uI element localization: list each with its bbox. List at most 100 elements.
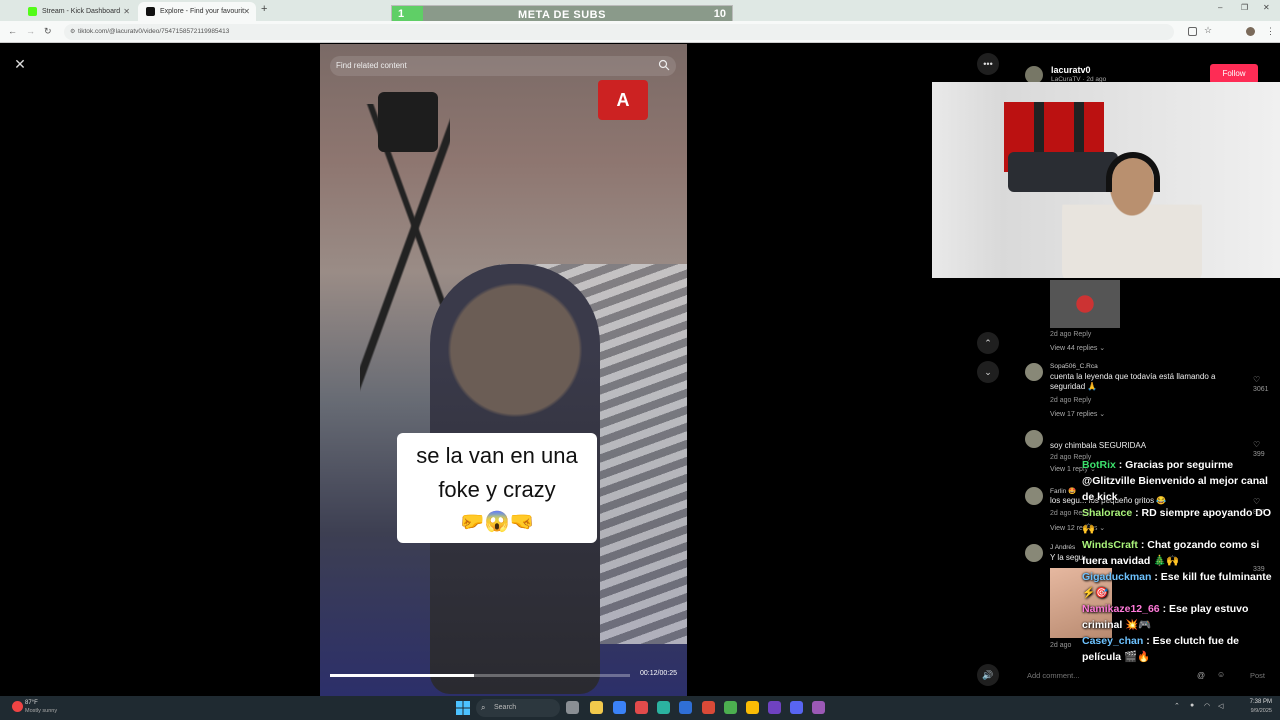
tiktok-video-page: ✕ A Find related content se la van en un… xyxy=(0,44,1280,696)
tab-title: Explore - Find your favourit xyxy=(160,8,245,15)
chat-username: Casey_chan xyxy=(1082,635,1144,647)
view-replies-link[interactable]: View 17 replies ⌄ xyxy=(1050,410,1105,418)
previous-video-icon[interactable]: ⌃ xyxy=(977,332,999,354)
app-icon[interactable] xyxy=(812,701,825,714)
search-icon[interactable] xyxy=(658,59,670,71)
install-app-icon[interactable] xyxy=(1188,27,1197,36)
chat-message: BotRix : Gracias por seguirme @Glitzvill… xyxy=(1082,457,1277,505)
caption-emoji: 🤛😱🤜 xyxy=(459,511,535,533)
chat-message: Namikaze12_66 : Ese play estuvo criminal… xyxy=(1082,601,1277,633)
reload-icon[interactable]: ↻ xyxy=(44,26,52,37)
edge-icon[interactable] xyxy=(613,701,626,714)
taskbar-search-placeholder: Search xyxy=(494,704,517,711)
tab-title: Stream - Kick Dashboard xyxy=(42,8,121,15)
profile-avatar-icon[interactable] xyxy=(1246,27,1255,36)
emoji-icon[interactable]: ☺ xyxy=(1217,670,1225,679)
kick-favicon-icon xyxy=(28,7,37,16)
tab-close-icon[interactable]: ✕ xyxy=(243,7,250,16)
comment-meta[interactable]: 2d ago Reply xyxy=(1050,331,1091,338)
chrome-icon[interactable] xyxy=(746,701,759,714)
author-name[interactable]: lacuratv0 xyxy=(1051,65,1091,75)
commenter-name[interactable]: J Andrés xyxy=(1050,544,1075,551)
taskbar-clock-time[interactable]: 7:38 PM xyxy=(1244,699,1272,705)
chat-username: Namikaze12_66 xyxy=(1082,603,1160,615)
tab-kick-dashboard[interactable]: Stream - Kick Dashboard ✕ xyxy=(20,2,136,21)
caption-line-1: se la van en una xyxy=(416,443,578,468)
tab-tiktok-explore[interactable]: Explore - Find your favourit ✕ xyxy=(138,2,256,21)
subs-goal-title: META DE SUBS xyxy=(518,9,606,21)
speaker-icon[interactable]: ◁ xyxy=(1218,702,1223,710)
app-icon[interactable] xyxy=(790,701,803,714)
windows-taskbar: 87°F Mostly sunny ⌕ Search ⌃ ● ◠ ◁ 7:38 … xyxy=(0,696,1280,720)
chat-username: Shalorace xyxy=(1082,507,1133,519)
new-tab-button[interactable]: + xyxy=(261,3,267,15)
chrome-icon[interactable] xyxy=(724,701,737,714)
site-info-icon[interactable]: ⚙ xyxy=(70,24,75,40)
comment-meta[interactable]: 2d ago Reply xyxy=(1050,397,1091,404)
commenter-name[interactable]: Farlin 🤩 xyxy=(1050,487,1076,495)
video-progress-bar[interactable] xyxy=(330,674,630,677)
commenter-avatar[interactable] xyxy=(1025,544,1043,562)
video-caption-sticker: se la van en una foke y crazy 🤛😱🤜 xyxy=(397,433,597,543)
taskbar-clock-date[interactable]: 9/9/2025 xyxy=(1240,708,1272,714)
kick-chat-overlay: BotRix : Gracias por seguirme @Glitzvill… xyxy=(1082,457,1277,665)
next-video-icon[interactable]: ⌄ xyxy=(977,361,999,383)
video-scene-logo-text: A xyxy=(616,90,630,110)
close-window-button[interactable]: ✕ xyxy=(1263,3,1270,12)
app-icon[interactable] xyxy=(768,701,781,714)
tray-chevron-icon[interactable]: ⌃ xyxy=(1174,702,1180,710)
video-timecode: 00:12/00:25 xyxy=(640,670,677,677)
windows-start-icon[interactable] xyxy=(456,701,470,715)
comment-meta[interactable]: 2d ago xyxy=(1050,642,1071,649)
video-player[interactable]: A xyxy=(320,44,687,696)
task-view-icon[interactable] xyxy=(566,701,579,714)
address-bar[interactable]: ⚙ tiktok.com/@lacuratv0/video/7547158572… xyxy=(64,24,1174,40)
weather-icon[interactable] xyxy=(12,701,23,712)
browser-toolbar: ← → ↻ ⚙ tiktok.com/@lacuratv0/video/7547… xyxy=(0,21,1280,43)
forward-arrow-icon[interactable]: → xyxy=(26,26,35,36)
chat-message: Shalorace : RD siempre apoyando DO🙌 xyxy=(1082,505,1277,537)
video-scene-camera xyxy=(378,92,438,152)
comment-sticker-image xyxy=(1050,280,1120,328)
bookmark-star-icon[interactable]: ☆ xyxy=(1204,25,1212,36)
close-video-button[interactable]: ✕ xyxy=(10,54,30,74)
tray-app-icon[interactable]: ● xyxy=(1190,702,1194,709)
chat-message: Casey_chan : Ese clutch fue de película … xyxy=(1082,633,1277,665)
chat-username: BotRix xyxy=(1082,459,1116,471)
app-icon[interactable] xyxy=(657,701,670,714)
post-comment-button[interactable]: Post xyxy=(1250,671,1265,680)
weather-temperature: 87°F xyxy=(25,700,38,706)
app-icon[interactable] xyxy=(635,701,648,714)
commenter-name[interactable]: Sopa506_C.Rca xyxy=(1050,363,1098,370)
find-related-placeholder: Find related content xyxy=(336,61,407,70)
volume-icon[interactable]: 🔊 xyxy=(977,664,999,686)
chrome-icon[interactable] xyxy=(702,701,715,714)
taskbar-search-input[interactable]: ⌕ Search xyxy=(476,699,560,717)
streamer-webcam-overlay xyxy=(932,82,1280,278)
file-explorer-icon[interactable] xyxy=(590,701,603,714)
find-related-search[interactable]: Find related content xyxy=(330,56,676,76)
url-text: tiktok.com/@lacuratv0/video/754715857211… xyxy=(78,28,230,35)
app-icon[interactable] xyxy=(679,701,692,714)
chat-message: Gigaduckman : Ese kill fue fulminante ⚡🎯 xyxy=(1082,569,1277,601)
add-comment-bar: @ ☺ Post xyxy=(1025,666,1265,686)
video-progress-fill xyxy=(330,674,474,677)
add-comment-input[interactable] xyxy=(1025,666,1215,686)
chat-username: Gigaduckman xyxy=(1082,571,1152,583)
browser-menu-icon[interactable]: ⋮ xyxy=(1266,26,1275,37)
commenter-avatar[interactable] xyxy=(1025,363,1043,381)
comment-text: cuenta la leyenda que todavía está llama… xyxy=(1050,372,1216,391)
minimize-button[interactable]: – xyxy=(1218,3,1222,12)
tab-close-icon[interactable]: ✕ xyxy=(123,7,130,16)
more-options-icon[interactable]: ••• xyxy=(977,53,999,75)
mention-icon[interactable]: @ xyxy=(1197,671,1205,680)
commenter-avatar[interactable] xyxy=(1025,487,1043,505)
commenter-avatar[interactable] xyxy=(1025,430,1043,448)
view-replies-link[interactable]: View 44 replies ⌄ xyxy=(1050,344,1105,352)
like-heart-icon[interactable]: ♡ xyxy=(1253,440,1260,449)
follow-button[interactable]: Follow xyxy=(1210,64,1258,84)
maximize-button[interactable]: ❐ xyxy=(1241,3,1248,12)
like-heart-icon[interactable]: ♡ xyxy=(1253,375,1260,384)
wifi-icon[interactable]: ◠ xyxy=(1204,702,1210,710)
back-arrow-icon[interactable]: ← xyxy=(8,26,17,36)
